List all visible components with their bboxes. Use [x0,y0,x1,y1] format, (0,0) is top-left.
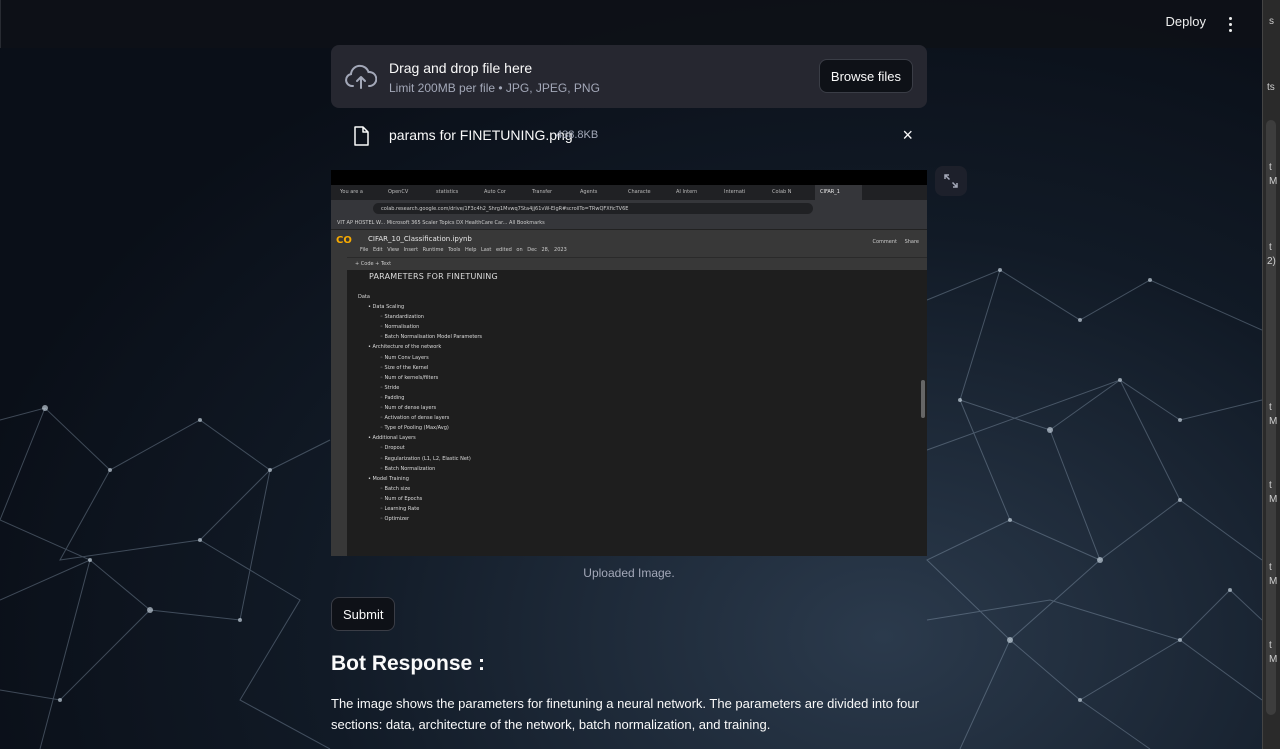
uploaded-file-row: params for FINETUNING.png 438.8KB × [331,118,927,154]
browser-tab: Colab N [772,189,792,195]
browser-tab: Internati [724,189,746,195]
edge-text: M [1269,494,1278,505]
bookmarks-bar: VIT AP HOSTEL W... Microsoft 365 Scaler … [331,217,927,230]
outline-item: ◦ Num of kernels/filters [380,374,439,381]
submit-button[interactable]: Submit [331,597,396,631]
outline-item: • Additional Layers [368,435,416,442]
outline-item: ◦ Batch Normalization [380,465,436,472]
outline-item: ◦ Dropout [380,445,405,452]
file-icon [354,126,369,146]
address-bar: colab.research.google.com/drive/1F3c4h2_… [331,200,927,217]
edge-text: 2) [1267,256,1276,267]
edge-text: M [1269,176,1278,187]
uploaded-image-preview: You are a OpenCV statistics Auto Cor Tra… [331,170,927,556]
colab-header-buttons: Comment Share [872,239,919,245]
outline-item: ◦ Num of dense layers [380,405,437,412]
edge-text: t [1269,162,1272,173]
dropzone-title: Drag and drop file here [389,60,533,76]
bot-response-heading: Bot Response : [331,652,486,675]
edge-text: ts [1267,82,1275,93]
colab-sidebar [331,257,347,556]
file-dropzone[interactable]: Drag and drop file here Limit 200MB per … [331,45,927,108]
outline-item: • Data Scaling [368,304,405,311]
outline-item: • Model Training [368,475,409,482]
edge-text: s [1269,16,1274,27]
remove-file-icon[interactable]: × [902,126,913,144]
deploy-button[interactable]: Deploy [1166,14,1206,29]
outline-item: ◦ Optimizer [380,516,410,523]
outline-item: ◦ Batch size [380,485,411,492]
text-cell: PARAMETERS FOR FINETUNING Data • Data Sc… [348,270,927,556]
edge-text: t [1269,480,1272,491]
parameter-outline: Data • Data Scaling ◦ Standardization ◦ … [358,292,482,524]
browser-tab: OpenCV [388,189,409,195]
dropzone-limit: Limit 200MB per file • JPG, JPEG, PNG [389,81,600,95]
kebab-menu-icon[interactable] [1224,13,1236,35]
section-title: PARAMETERS FOR FINETUNING [369,272,498,281]
colab-header: CO CIFAR_10_Classification.ipynb File Ed… [331,230,927,257]
outline-item: ◦ Regularization (L1, L2, Elastic Net) [380,455,471,462]
image-caption: Uploaded Image. [583,566,675,580]
outline-item: ◦ Num Conv Layers [380,354,429,361]
browser-tab: Agents [580,189,598,195]
browser-tab: statistics [436,189,459,195]
outline-item: ◦ Stride [380,384,400,391]
bot-response-text: The image shows the parameters for finet… [331,696,919,732]
edge-text: M [1269,654,1278,665]
outline-item: Data [358,294,370,300]
outline-item: ◦ Size of the Kernel [380,364,429,371]
outline-item: • Architecture of the network [368,344,442,351]
outline-item: ◦ Standardization [380,314,424,321]
file-size: 438.8KB [556,129,599,141]
colab-toolbar: + Code + Text [331,257,927,270]
cloud-upload-icon [345,64,377,89]
adjacent-window-edge: s ts t M t 2) t M t M t M t M [1262,0,1280,749]
edge-text: t [1269,402,1272,413]
app-header: Deploy [0,0,1262,48]
outline-item: ◦ Padding [380,394,405,401]
colab-menu: File Edit View Insert Runtime Tools Help… [360,247,567,253]
fullscreen-expand-icon[interactable] [935,166,967,196]
browser-tab: Auto Cor [484,189,506,195]
edge-text: t [1269,242,1272,253]
browser-tab: AI Intern [676,189,698,195]
outline-item: ◦ Activation of dense layers [380,415,450,422]
colab-logo: CO [336,235,352,246]
cell-scrollbar [921,380,925,418]
outline-item: ◦ Type of Pooling (Max/Avg) [380,425,449,432]
outline-item: ◦ Batch Normalisation Model Parameters [380,334,483,341]
browser-tab-active: CIFAR_1 [815,185,862,200]
outline-item: ◦ Learning Rate [380,505,420,512]
edge-text: t [1269,562,1272,573]
browse-files-button[interactable]: Browse files [818,59,913,93]
notebook-title: CIFAR_10_Classification.ipynb [368,235,472,243]
browser-tab: Characte [628,189,651,195]
browser-tabbar: You are a OpenCV statistics Auto Cor Tra… [331,170,927,200]
edge-text: M [1269,416,1278,427]
outline-item: ◦ Normalisation [380,324,420,331]
edge-text: t [1269,640,1272,651]
file-name: params for FINETUNING.png [389,127,573,143]
expand-arrows-icon [944,174,958,188]
edge-text: M [1269,576,1278,587]
browser-tab: Transfer [532,189,553,195]
outline-item: ◦ Num of Epochs [380,495,423,502]
browser-tab: You are a [340,189,363,195]
url-field: colab.research.google.com/drive/1F3c4h2_… [373,203,813,214]
